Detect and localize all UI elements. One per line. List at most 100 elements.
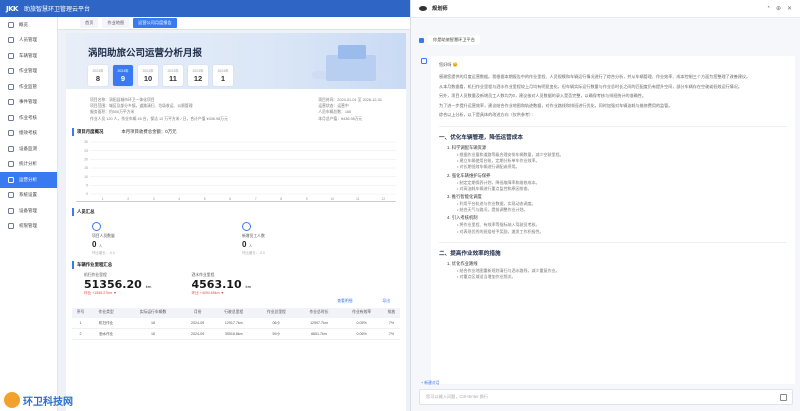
- x-tick-label: 7: [255, 197, 257, 201]
- table-cell: 2024-09: [182, 317, 213, 330]
- overview-chart: 0 5 10 15 20 25 30 1 2 3 4 5 6 7 8 9 10 11 12: [76, 138, 396, 202]
- month-card[interactable]: 2024年 8: [88, 65, 108, 86]
- mileage-kpi: 机扫作业里程 51356.20 km 环比 +1555.27km ▼: [84, 273, 152, 296]
- view-detail-link[interactable]: 查看明细: [337, 299, 352, 304]
- sidebar-item[interactable]: 绩效考核: [0, 126, 57, 142]
- menu-icon: [8, 176, 14, 183]
- assistant-paragraph: 为了进一步提升运营效率，建议结合作业地图和轨迹数据，对作业路线和排班进行优化，同…: [439, 102, 673, 108]
- sidebar-item[interactable]: 作业管理: [0, 64, 57, 80]
- sidebar-item[interactable]: 统计分析: [0, 157, 57, 173]
- assistant-greeting: 您好呀 😊: [439, 62, 458, 67]
- table-row[interactable]: 1 机扫作业 18 2024-09 12917.7km 06小 12997.7km 0.05%…: [72, 317, 400, 330]
- table-cell: 洒水作业: [89, 328, 124, 341]
- kpi-sub: 环比增长：-0.0: [242, 250, 265, 255]
- column-header[interactable]: 序号: [72, 307, 90, 318]
- project-info-right: 项目时间：2024-01-01 至 2026-12-31 运营状态：运营中 人员车辆…: [318, 97, 382, 122]
- column-header[interactable]: 行驶总里程: [212, 307, 256, 318]
- chat-input[interactable]: 您可以输入问题，Ctrl+Enter 换行: [419, 389, 793, 405]
- monthly-report: 涡阳助旅公司运营分析月报 2024年 8 2024年 9 2024年 10 2024年 11 2…: [66, 33, 406, 411]
- new-conversation-link[interactable]: + 新建对话: [421, 381, 439, 386]
- sidebar-item[interactable]: 作业考核: [0, 110, 57, 126]
- menu-icon: [8, 130, 14, 137]
- kpi-unit: km: [145, 283, 152, 289]
- month-card[interactable]: 2024年 1: [213, 65, 233, 86]
- sidebar-item-label: 系统设置: [19, 192, 37, 198]
- table-cell: 0.06%: [340, 328, 383, 341]
- kpi-delta: 环比 +1555.27km ▼: [84, 290, 117, 295]
- table-cell: 1: [72, 317, 90, 330]
- table-row[interactable]: 2 洒水作业 16 2024-09 39518.8km 59小 6651.7km 0.06% 7…: [72, 328, 400, 341]
- top-bar: JKK 助旅智慧环卫管理云平台: [0, 0, 410, 17]
- project-info: 项目名称：涡阳县城市环卫一体化项目 项目范围：城区及部分乡镇，道路清扫、垃圾收运、…: [66, 89, 406, 122]
- y-tick-label: 5: [86, 183, 88, 187]
- x-tick-label: 2: [127, 197, 129, 201]
- month-card[interactable]: 2024年 10: [138, 65, 158, 86]
- bar-chart: 0510152025301 2 3 4 5 6 7 8 9 10 11 12: [84, 140, 396, 201]
- column-header[interactable]: 作业总里程: [255, 307, 298, 318]
- sidebar-item[interactable]: 系统设置: [0, 188, 57, 204]
- export-link[interactable]: 导出: [382, 299, 390, 304]
- sidebar-item[interactable]: 设备管理: [0, 203, 57, 219]
- section-title: 项目月度概况: [77, 128, 104, 134]
- mileage-table: 序号 作业类型 实际运行车辆数 月份 行驶总里程 作业总里程 作业总时长 作业有效率 排放 1机…: [72, 307, 400, 341]
- section-title: 车辆作业里程汇总: [77, 261, 113, 267]
- column-header[interactable]: 实际运行车辆数: [123, 307, 183, 318]
- sidebar-item-label: 作业考核: [19, 114, 37, 120]
- x-tick-label: 8: [280, 197, 282, 201]
- table-cell: 6651.7km: [297, 328, 341, 341]
- column-header[interactable]: 月份: [182, 307, 213, 318]
- close-icon[interactable]: ✕: [787, 5, 792, 12]
- column-header[interactable]: 作业类型: [89, 307, 124, 318]
- history-icon[interactable]: ◔: [766, 5, 770, 12]
- kpi-sub: 环比增长：-0.0: [92, 250, 115, 255]
- sidebar-item-label: 设备管理: [19, 207, 37, 213]
- tab-home[interactable]: 首页: [80, 18, 99, 28]
- kpi-unit: 人: [98, 243, 103, 248]
- assistant-title: 规划师: [432, 6, 448, 12]
- tab-work-map[interactable]: 作业地图: [102, 18, 130, 28]
- sidebar-item[interactable]: 权限管理: [0, 219, 57, 235]
- table-cell: 2024-09: [182, 328, 213, 341]
- month-card[interactable]: 2024年 11: [163, 65, 183, 86]
- staff-section: 人员汇总 项目人员数量 0 人环比增长：-0.0 新增员工人数 0 人环比增长：-0.…: [72, 207, 400, 255]
- new-chat-icon[interactable]: ⊕: [776, 5, 781, 12]
- answer-item: • 结合天气与路况，提前调整作业计划。: [457, 207, 528, 213]
- menu-icon: [8, 52, 14, 59]
- watermark-logo-icon: [4, 392, 20, 408]
- column-header[interactable]: 排放: [382, 307, 400, 318]
- x-tick-label: 4: [178, 197, 180, 201]
- table-cell: 06小: [255, 317, 298, 330]
- info-line: 本月总产值：¥436.98万元: [318, 116, 363, 121]
- column-header[interactable]: 作业总时长: [297, 307, 341, 318]
- month-card-month: 9: [120, 74, 126, 83]
- month-card[interactable]: 2024年 9: [113, 65, 133, 86]
- month-card-year: 2024年: [117, 69, 129, 73]
- sidebar-item-label: 统计分析: [19, 161, 37, 167]
- answer-section-title: 一、优化车辆管理，降低运营成本: [439, 125, 787, 141]
- user-message-text: 你是助旅智慧环卫平台: [428, 35, 480, 45]
- kpi-unit: 人: [248, 243, 253, 248]
- sidebar-item[interactable]: 事件管理: [0, 95, 57, 111]
- sidebar-item-label: 车辆管理: [19, 52, 37, 58]
- sidebar-item[interactable]: 设备监测: [0, 141, 57, 157]
- sidebar-item[interactable]: 概览: [0, 17, 57, 33]
- table-cell: 39518.8km: [212, 328, 256, 341]
- assistant-avatar-icon: [421, 58, 427, 64]
- kpi-delta: 环比 +4094.69km ▼: [191, 290, 225, 295]
- sidebar-item-label: 绩效考核: [19, 130, 37, 136]
- kpi-label: 新增员工人数: [242, 233, 265, 238]
- sidebar-item[interactable]: 人员管理: [0, 33, 57, 49]
- month-card-month: 12: [193, 74, 203, 83]
- month-card[interactable]: 2024年 12: [188, 65, 208, 86]
- tab-monthly-report[interactable]: 运营公司月度报告: [133, 18, 177, 28]
- table-cell: 12997.7km: [297, 317, 341, 330]
- sidebar-item[interactable]: 运营分析: [0, 172, 57, 188]
- sidebar-item[interactable]: 作业监管: [0, 79, 57, 95]
- column-header[interactable]: 作业有效率: [340, 307, 383, 318]
- x-tick-label: 5: [204, 197, 206, 201]
- user-message: 你是助旅智慧环卫平台: [419, 35, 480, 45]
- send-icon[interactable]: [780, 394, 787, 401]
- sidebar-item[interactable]: 车辆管理: [0, 48, 57, 64]
- x-tick-label: 9: [306, 197, 308, 201]
- month-card-month: 11: [169, 74, 177, 83]
